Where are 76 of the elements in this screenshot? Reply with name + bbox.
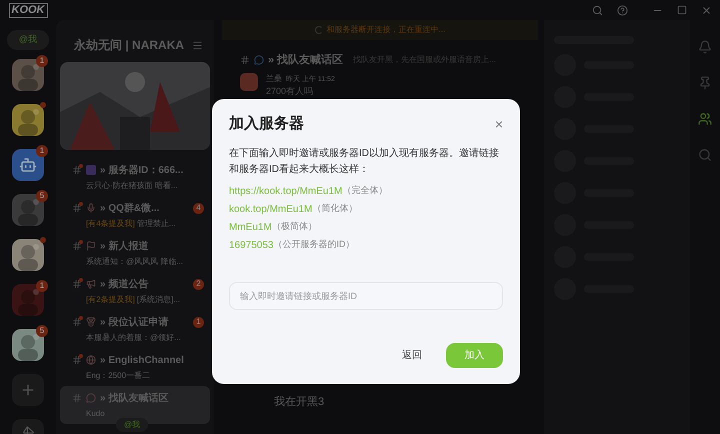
message-preview: 系统通知：@风风风 降临... — [86, 256, 184, 268]
server-icon[interactable]: 1 — [12, 58, 44, 90]
mention-pill[interactable]: @我 — [116, 418, 148, 432]
unread-badge: 2 — [193, 278, 204, 290]
globe-icon — [86, 355, 96, 365]
close-button[interactable]: × — [494, 117, 503, 132]
close-icon[interactable] — [701, 4, 712, 16]
example-note: （极简体） — [272, 220, 317, 234]
channel-title: » 找队友喊话区 — [268, 52, 344, 68]
search-icon[interactable] — [698, 148, 712, 162]
add-server-button[interactable] — [12, 374, 44, 406]
explore-button[interactable] — [12, 418, 44, 434]
horn-icon — [86, 279, 96, 289]
unread-badge: 5 — [36, 324, 48, 336]
message-preview: 管理禁止... — [136, 218, 176, 230]
mention-note: [有2条提及我] — [86, 294, 135, 306]
server-icon[interactable] — [12, 104, 44, 136]
server-icon[interactable]: 5 — [12, 194, 44, 226]
pin-icon[interactable] — [698, 76, 712, 90]
unread-badge: 1 — [36, 280, 48, 292]
mic-icon — [86, 203, 96, 213]
channel-name: » 服务器ID：666... — [100, 164, 184, 178]
back-button[interactable]: 返回 — [402, 348, 422, 362]
menu-icon[interactable] — [192, 40, 204, 50]
example-note: （公开服务器的ID） — [274, 238, 354, 252]
author-name: 兰桑 — [266, 72, 282, 84]
mention-note: [有4条提及我] — [86, 218, 135, 230]
example-code: 16975053 — [229, 238, 274, 252]
unread-badge: 1 — [36, 54, 48, 66]
unread-badge: 1 — [193, 316, 204, 328]
server-icon[interactable]: 1 — [12, 284, 44, 316]
unread-badge: 4 — [193, 202, 204, 214]
example-code: https://kook.top/MmEu1M — [229, 184, 342, 198]
channel-name: » 段位认证申请 — [100, 316, 170, 330]
join-button[interactable]: 加入 — [446, 342, 503, 368]
banner-text: 和服务器断开连接，正在重连中... — [326, 24, 446, 36]
app-logo: KOOK — [8, 2, 48, 18]
id-icon — [86, 165, 96, 175]
example-note: （完全体） — [342, 184, 388, 198]
invite-input[interactable]: 输入即时邀请链接或服务器ID — [229, 282, 503, 310]
plus-icon — [20, 382, 36, 398]
hash-icon — [72, 393, 82, 403]
channel-name: » 频道公告 — [100, 278, 150, 292]
dialog-title: 加入服务器 — [229, 114, 304, 134]
spinner-icon — [314, 26, 323, 34]
dialog-description: 在下面输入即时邀请或服务器ID以加入现有服务器。邀请链接和服务器ID看起来大概长这样： — [229, 146, 500, 176]
bell-icon[interactable] — [698, 40, 712, 54]
message-preview: [系统消息]... — [136, 294, 180, 306]
robot-icon — [19, 156, 37, 174]
message-preview: 本服暑人的着服：@领好... — [86, 332, 181, 344]
search-icon[interactable] — [592, 4, 603, 16]
hash-icon — [240, 55, 250, 66]
mention-pill[interactable]: @我 — [6, 30, 50, 50]
message-text: 2700有人吗 — [266, 85, 314, 98]
message-preview: 云只心·防在猪孩面 暗看... — [86, 180, 178, 192]
example-code: MmEu1M — [229, 220, 272, 234]
flag-icon — [86, 241, 96, 251]
server-icon[interactable] — [12, 238, 44, 270]
maximize-icon[interactable] — [677, 5, 687, 15]
unread-badge: 5 — [36, 190, 48, 202]
example-note: （简化体） — [312, 202, 358, 216]
chat-icon — [254, 55, 264, 66]
message-preview: Eng：2500一番二 — [86, 370, 150, 382]
server-name: 永劫无间 | NARAKA — [74, 37, 184, 54]
avatar — [240, 72, 258, 90]
unread-badge: 1 — [36, 144, 48, 156]
message-text: 我在开黑3 — [274, 394, 326, 410]
channel-name: » QQ群&微... — [100, 202, 160, 216]
help-icon[interactable] — [617, 4, 628, 16]
server-icon[interactable]: 5 — [12, 328, 44, 360]
medal-icon — [86, 317, 96, 327]
users-icon[interactable] — [698, 112, 712, 126]
chat-icon — [86, 393, 96, 403]
channel-name: » EnglishChannel — [100, 354, 185, 368]
example-code: kook.top/MmEu1M — [229, 202, 312, 216]
channel-name: » 新人报道 — [100, 239, 150, 254]
